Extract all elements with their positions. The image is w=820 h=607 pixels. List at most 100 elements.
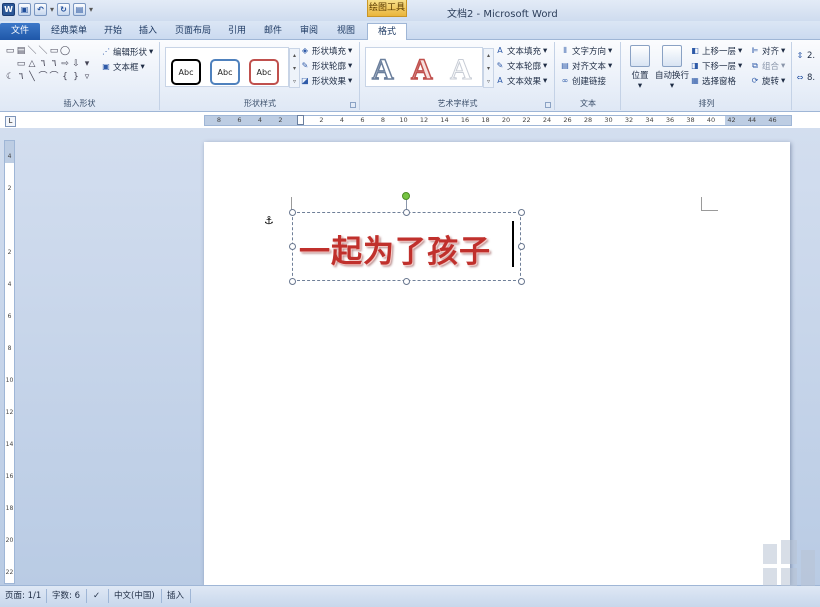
resize-handle[interactable] [518, 278, 525, 285]
shape-option-icon[interactable]: ⇨ [60, 58, 70, 70]
group-objects-button[interactable]: ⧉ 组合 ▾ [750, 60, 785, 72]
shape-option-icon[interactable]: ▭ [49, 45, 59, 57]
indent-marker-icon[interactable] [297, 115, 304, 125]
shape-option-icon[interactable]: △ [27, 58, 37, 70]
shape-option-icon[interactable]: ٦ [16, 71, 26, 83]
tab-home[interactable]: 开始 [98, 23, 128, 40]
selection-pane-button[interactable]: ▦ 选择窗格 [690, 75, 736, 87]
bring-forward-button[interactable]: ◧ 上移一层 ▾ [690, 45, 742, 57]
shape-style-swatch[interactable]: Abc [171, 59, 201, 85]
shape-option-icon[interactable]: ▭ [5, 45, 15, 57]
edit-shape-button[interactable]: ⋰ 编辑形状 ▾ [101, 46, 153, 58]
wordart-sample[interactable]: A [371, 54, 394, 86]
rotation-handle[interactable] [402, 192, 410, 200]
dialog-launcher-icon[interactable] [350, 102, 356, 108]
tab-mailings[interactable]: 邮件 [258, 23, 288, 40]
shape-option-icon[interactable] [82, 45, 92, 57]
wordart-text[interactable]: 一起为了孩子 [299, 226, 491, 271]
text-outline-button[interactable]: ✎ 文本轮廓 ▾ [495, 60, 548, 72]
resize-handle[interactable] [403, 278, 410, 285]
shape-option-icon[interactable]: ٦ [38, 58, 48, 70]
shape-option-icon[interactable]: ＼ [27, 45, 37, 57]
qat-customize-icon[interactable]: ▾ [89, 5, 93, 14]
send-backward-icon: ◨ [691, 61, 699, 70]
word-logo-icon[interactable]: W [2, 3, 15, 16]
resize-handle[interactable] [518, 209, 525, 216]
text-fill-button[interactable]: A 文本填充 ▾ [495, 45, 547, 57]
shape-option-icon[interactable] [5, 58, 15, 70]
undo-dropdown-icon[interactable]: ▾ [50, 5, 54, 14]
shape-option-icon[interactable]: ▤ [16, 45, 26, 57]
shape-option-icon[interactable]: ☾ [5, 71, 15, 83]
shape-option-icon[interactable]: ◯ [60, 45, 70, 57]
tab-review[interactable]: 审阅 [294, 23, 324, 40]
shape-option-icon[interactable] [71, 45, 81, 57]
gallery-scroll[interactable]: ▴ ▾ ▿ [483, 48, 494, 88]
shape-option-icon[interactable]: ▿ [82, 71, 92, 83]
status-insert-mode[interactable]: 插入 [167, 589, 184, 603]
shape-option-icon[interactable]: ▭ [16, 58, 26, 70]
chevron-down-icon: ▾ [608, 46, 613, 56]
gallery-scroll[interactable]: ▴ ▾ ▿ [289, 48, 300, 88]
wordart-sample[interactable]: A [450, 54, 473, 85]
shape-fill-button[interactable]: ◈ 形状填充 ▾ [300, 45, 352, 57]
text-direction-button[interactable]: ⫴ 文字方向 ▾ [560, 45, 612, 57]
shape-option-icon[interactable]: } [71, 71, 81, 83]
wordart-sample[interactable]: A [410, 54, 433, 86]
resize-handle[interactable] [289, 209, 296, 216]
group-label: 组合 [762, 62, 780, 72]
shape-style-swatch[interactable]: Abc [210, 59, 240, 85]
resize-handle[interactable] [289, 243, 296, 250]
chevron-down-icon: ▾ [543, 76, 548, 86]
shape-effects-button[interactable]: ◪ 形状效果 ▾ [300, 75, 352, 87]
tab-references[interactable]: 引用 [222, 23, 252, 40]
tab-selector-icon[interactable]: L [5, 116, 16, 127]
save-icon[interactable]: ▣ [18, 3, 31, 16]
undo-icon[interactable]: ↶ [34, 3, 47, 16]
wrap-text-button[interactable]: 自动换行 ▾ [652, 45, 692, 91]
shape-height-field[interactable]: ⇕ 2. [795, 51, 815, 61]
shape-option-icon[interactable]: ⌒ [38, 71, 48, 83]
shape-option-icon[interactable]: ╲ [27, 71, 37, 83]
status-language[interactable]: 中文(中国) [114, 589, 155, 603]
shape-option-icon[interactable]: ＼ [38, 45, 48, 57]
align-button[interactable]: ⊫ 对齐 ▾ [750, 45, 786, 57]
shape-option-icon[interactable]: ⌒ [49, 71, 59, 83]
create-link-button[interactable]: ∞ 创建链接 [560, 75, 606, 87]
shape-outline-button[interactable]: ✎ 形状轮廓 ▾ [300, 60, 353, 72]
shape-option-icon[interactable]: ٦ [49, 58, 59, 70]
shape-option-icon[interactable]: ⇩ [71, 58, 81, 70]
dialog-launcher-icon[interactable] [545, 102, 551, 108]
proofing-icon[interactable]: ✓ [93, 589, 100, 603]
tab-file[interactable]: 文件 [0, 23, 40, 40]
status-page[interactable]: 页面: 1/1 [5, 589, 41, 603]
shape-width-field[interactable]: ⇔ 8. [795, 73, 815, 83]
align-text-button[interactable]: ▤ 对齐文本 ▾ [560, 60, 612, 72]
tab-format[interactable]: 格式 [367, 23, 407, 40]
status-separator [46, 589, 47, 603]
vertical-ruler[interactable]: 4 2 2 4 6 8 10 12 14 16 18 20 22 [4, 140, 15, 584]
text-effects-button[interactable]: A 文本效果 ▾ [495, 75, 547, 87]
chevron-down-icon: ▾ [637, 81, 643, 91]
shape-style-swatch[interactable]: Abc [249, 59, 279, 85]
tab-page-layout[interactable]: 页面布局 [168, 23, 218, 40]
resize-handle[interactable] [518, 243, 525, 250]
ruler-tick-label: 34 [645, 116, 654, 124]
rotate-icon: ⟳ [751, 76, 759, 85]
shapes-gallery[interactable]: ▭ ▤ ＼ ＼ ▭ ◯ ▭ △ ٦ ٦ ⇨ ⇩ ▾ ☾ ٦ ╲ ⌒ ⌒{} ▿ [5, 45, 91, 87]
horizontal-ruler[interactable]: 8 6 4 2 2 4 6 8 10 12 14 16 18 20 22 24 26 28 30 32 34 36 38 40… [204, 115, 792, 126]
resize-handle[interactable] [289, 278, 296, 285]
shape-option-icon[interactable]: ▾ [82, 58, 92, 70]
rotate-button[interactable]: ⟳ 旋转 ▾ [750, 75, 786, 87]
send-backward-button[interactable]: ◨ 下移一层 ▾ [690, 60, 742, 72]
align-text-label: 对齐文本 [572, 62, 607, 72]
shape-option-icon[interactable]: { [60, 71, 70, 83]
tab-insert[interactable]: 插入 [133, 23, 163, 40]
tab-classic-menu[interactable]: 经典菜单 [44, 23, 94, 40]
text-box-button[interactable]: ▣ 文本框 ▾ [101, 61, 145, 73]
resize-handle[interactable] [403, 209, 410, 216]
tab-view[interactable]: 视图 [331, 23, 361, 40]
status-word-count[interactable]: 字数: 6 [52, 589, 80, 603]
print-preview-icon[interactable]: ▤ [73, 3, 87, 16]
redo-icon[interactable]: ↻ [57, 3, 71, 16]
